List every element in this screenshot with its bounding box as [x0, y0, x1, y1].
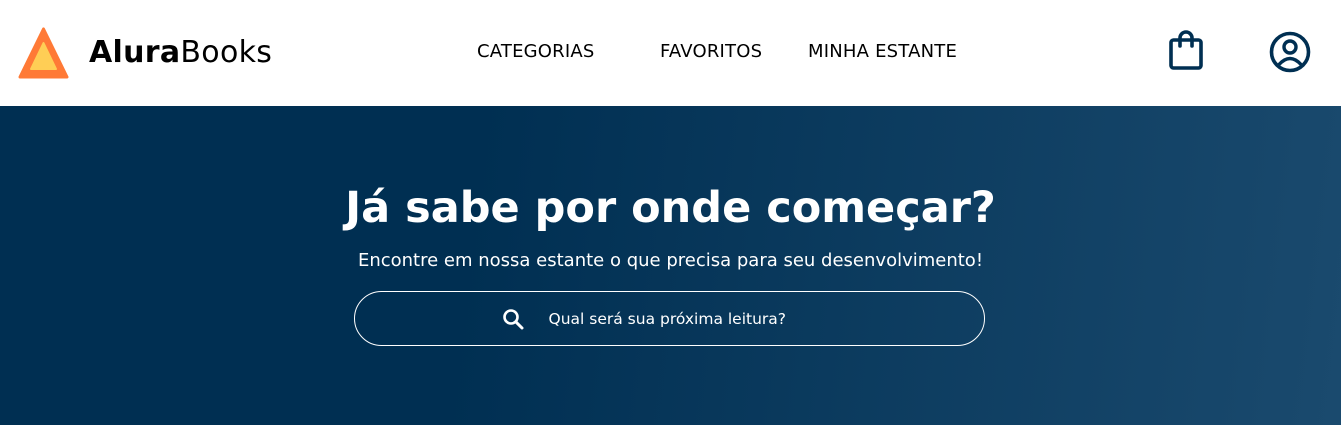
logo-name-bold: Alura	[89, 35, 181, 70]
nav-categorias[interactable]: CATEGORIAS	[477, 40, 595, 64]
logo-name-light: Books	[180, 35, 273, 70]
alurabooks-logo[interactable]: AluraBooks	[18, 27, 272, 79]
site-header: AluraBooks CATEGORIAS FAVORITOS MINHA ES…	[0, 0, 1341, 106]
search-input[interactable]	[548, 309, 839, 328]
triangle-logo-icon	[18, 27, 69, 79]
hero-title: Já sabe por onde começar?	[345, 183, 996, 233]
hero-section: Já sabe por onde começar? Encontre em no…	[0, 106, 1341, 425]
logo-text: AluraBooks	[89, 38, 272, 68]
user-account-icon	[1269, 31, 1311, 73]
search-box[interactable]	[354, 291, 985, 346]
nav-favoritos[interactable]: FAVORITOS	[660, 40, 762, 64]
nav-minha-estante[interactable]: MINHA ESTANTE	[808, 40, 957, 64]
user-account-button[interactable]	[1268, 30, 1312, 74]
search-icon	[502, 308, 523, 329]
hero-subtitle: Encontre em nossa estante o que precisa …	[357, 250, 984, 271]
shopping-bag-button[interactable]	[1167, 29, 1205, 71]
shopping-bag-icon	[1169, 30, 1203, 70]
